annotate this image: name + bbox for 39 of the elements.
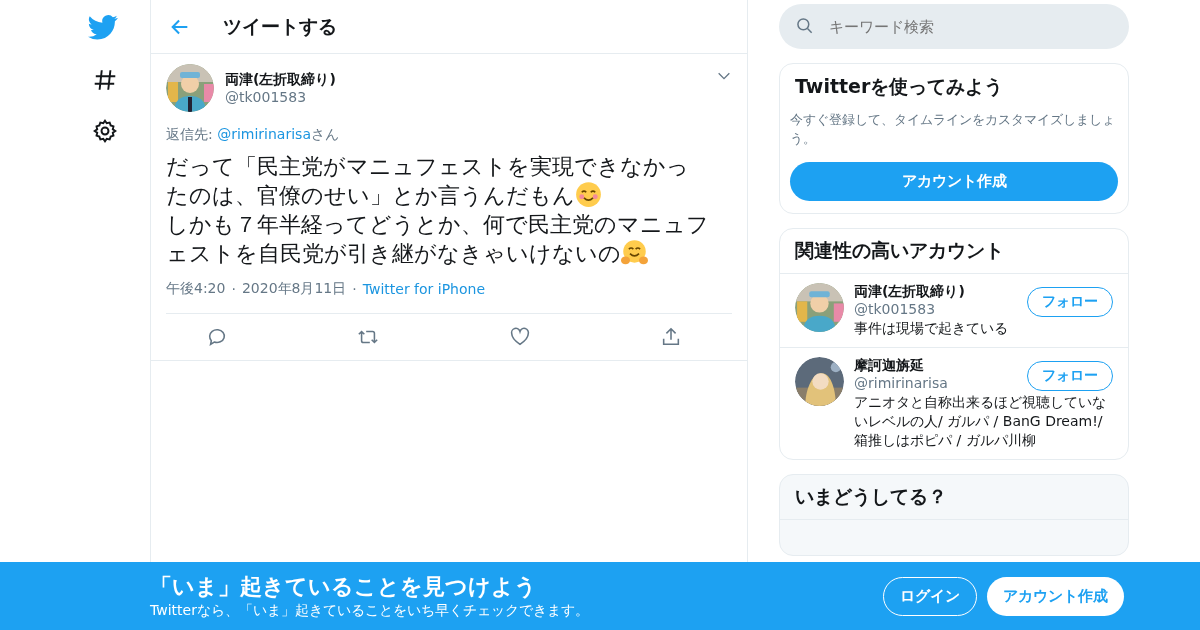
hashtag-icon[interactable] (92, 67, 118, 93)
account-bio: 事件は現場で起きている (854, 319, 1009, 338)
author-handle[interactable]: @tk001583 (225, 89, 705, 105)
card-title: 関連性の高いアカウント (780, 229, 1128, 274)
tweet-text: だって「民主党がマニュフェストを実現できなかっ (166, 154, 689, 179)
tweet-text: たのは、官僚のせい」とか言うんだもん (166, 183, 575, 208)
card-text: 今すぐ登録して、タイムラインをカスタマイズしましょう。 (790, 111, 1116, 148)
search-icon (795, 16, 815, 36)
account-handle[interactable]: @rimirinarisa (854, 375, 1017, 391)
account-name[interactable]: 両津(左折取締り) (854, 283, 1017, 301)
card-title: いまどうしてる？ (780, 475, 1128, 520)
signup-button[interactable]: アカウント作成 (790, 162, 1118, 201)
reply-link[interactable]: @rimirinarisa (217, 126, 311, 142)
hugging-face-icon (621, 239, 648, 266)
account-name[interactable]: 摩訶迦旃延 (854, 357, 1017, 375)
banner-text: Twitterなら、「いま」起きていることをいち早くチェックできます。 (150, 602, 590, 620)
search-field[interactable]: キーワード検索 (779, 4, 1129, 49)
settings-icon[interactable] (92, 118, 118, 144)
tweet-date: 2020年8月11日 (241, 280, 347, 298)
account-bio: アニオタと自称出来るほど視聴していないレベルの人/ ガルパ / BanG Dream!/ 箱推しはポピパ / ガルパ川柳 (854, 393, 1107, 450)
smiling-face-icon (575, 181, 602, 208)
follow-button[interactable]: フォロー (1027, 361, 1113, 391)
tweet-text: ェストを自民党が引き継がなきゃいけないの (166, 241, 621, 266)
tweet-time: 午後4:20 (166, 280, 226, 298)
reply-suffix: さん (310, 126, 339, 142)
heart-icon[interactable] (508, 326, 531, 348)
bird-icon[interactable] (88, 12, 118, 42)
separator-dot: · (352, 281, 357, 297)
page-title: ツイートする (223, 13, 337, 39)
reply-label: 返信先: (166, 126, 213, 142)
tweet-text: しかも７年半経ってどうとか、何で民主党のマニュフ (166, 212, 709, 237)
signup-button[interactable]: アカウント作成 (987, 576, 1124, 616)
account-handle[interactable]: @tk001583 (854, 301, 1017, 317)
source-link[interactable]: Twitter for iPhone (362, 281, 486, 297)
banner-title: 「いま」起きていることを見つけよう (150, 573, 538, 601)
author-name[interactable]: 両津(左折取締り) (225, 71, 705, 89)
follow-button[interactable]: フォロー (1027, 287, 1113, 317)
separator-dot: · (231, 281, 236, 297)
card-title: Twitterを使ってみよう (794, 74, 1005, 99)
